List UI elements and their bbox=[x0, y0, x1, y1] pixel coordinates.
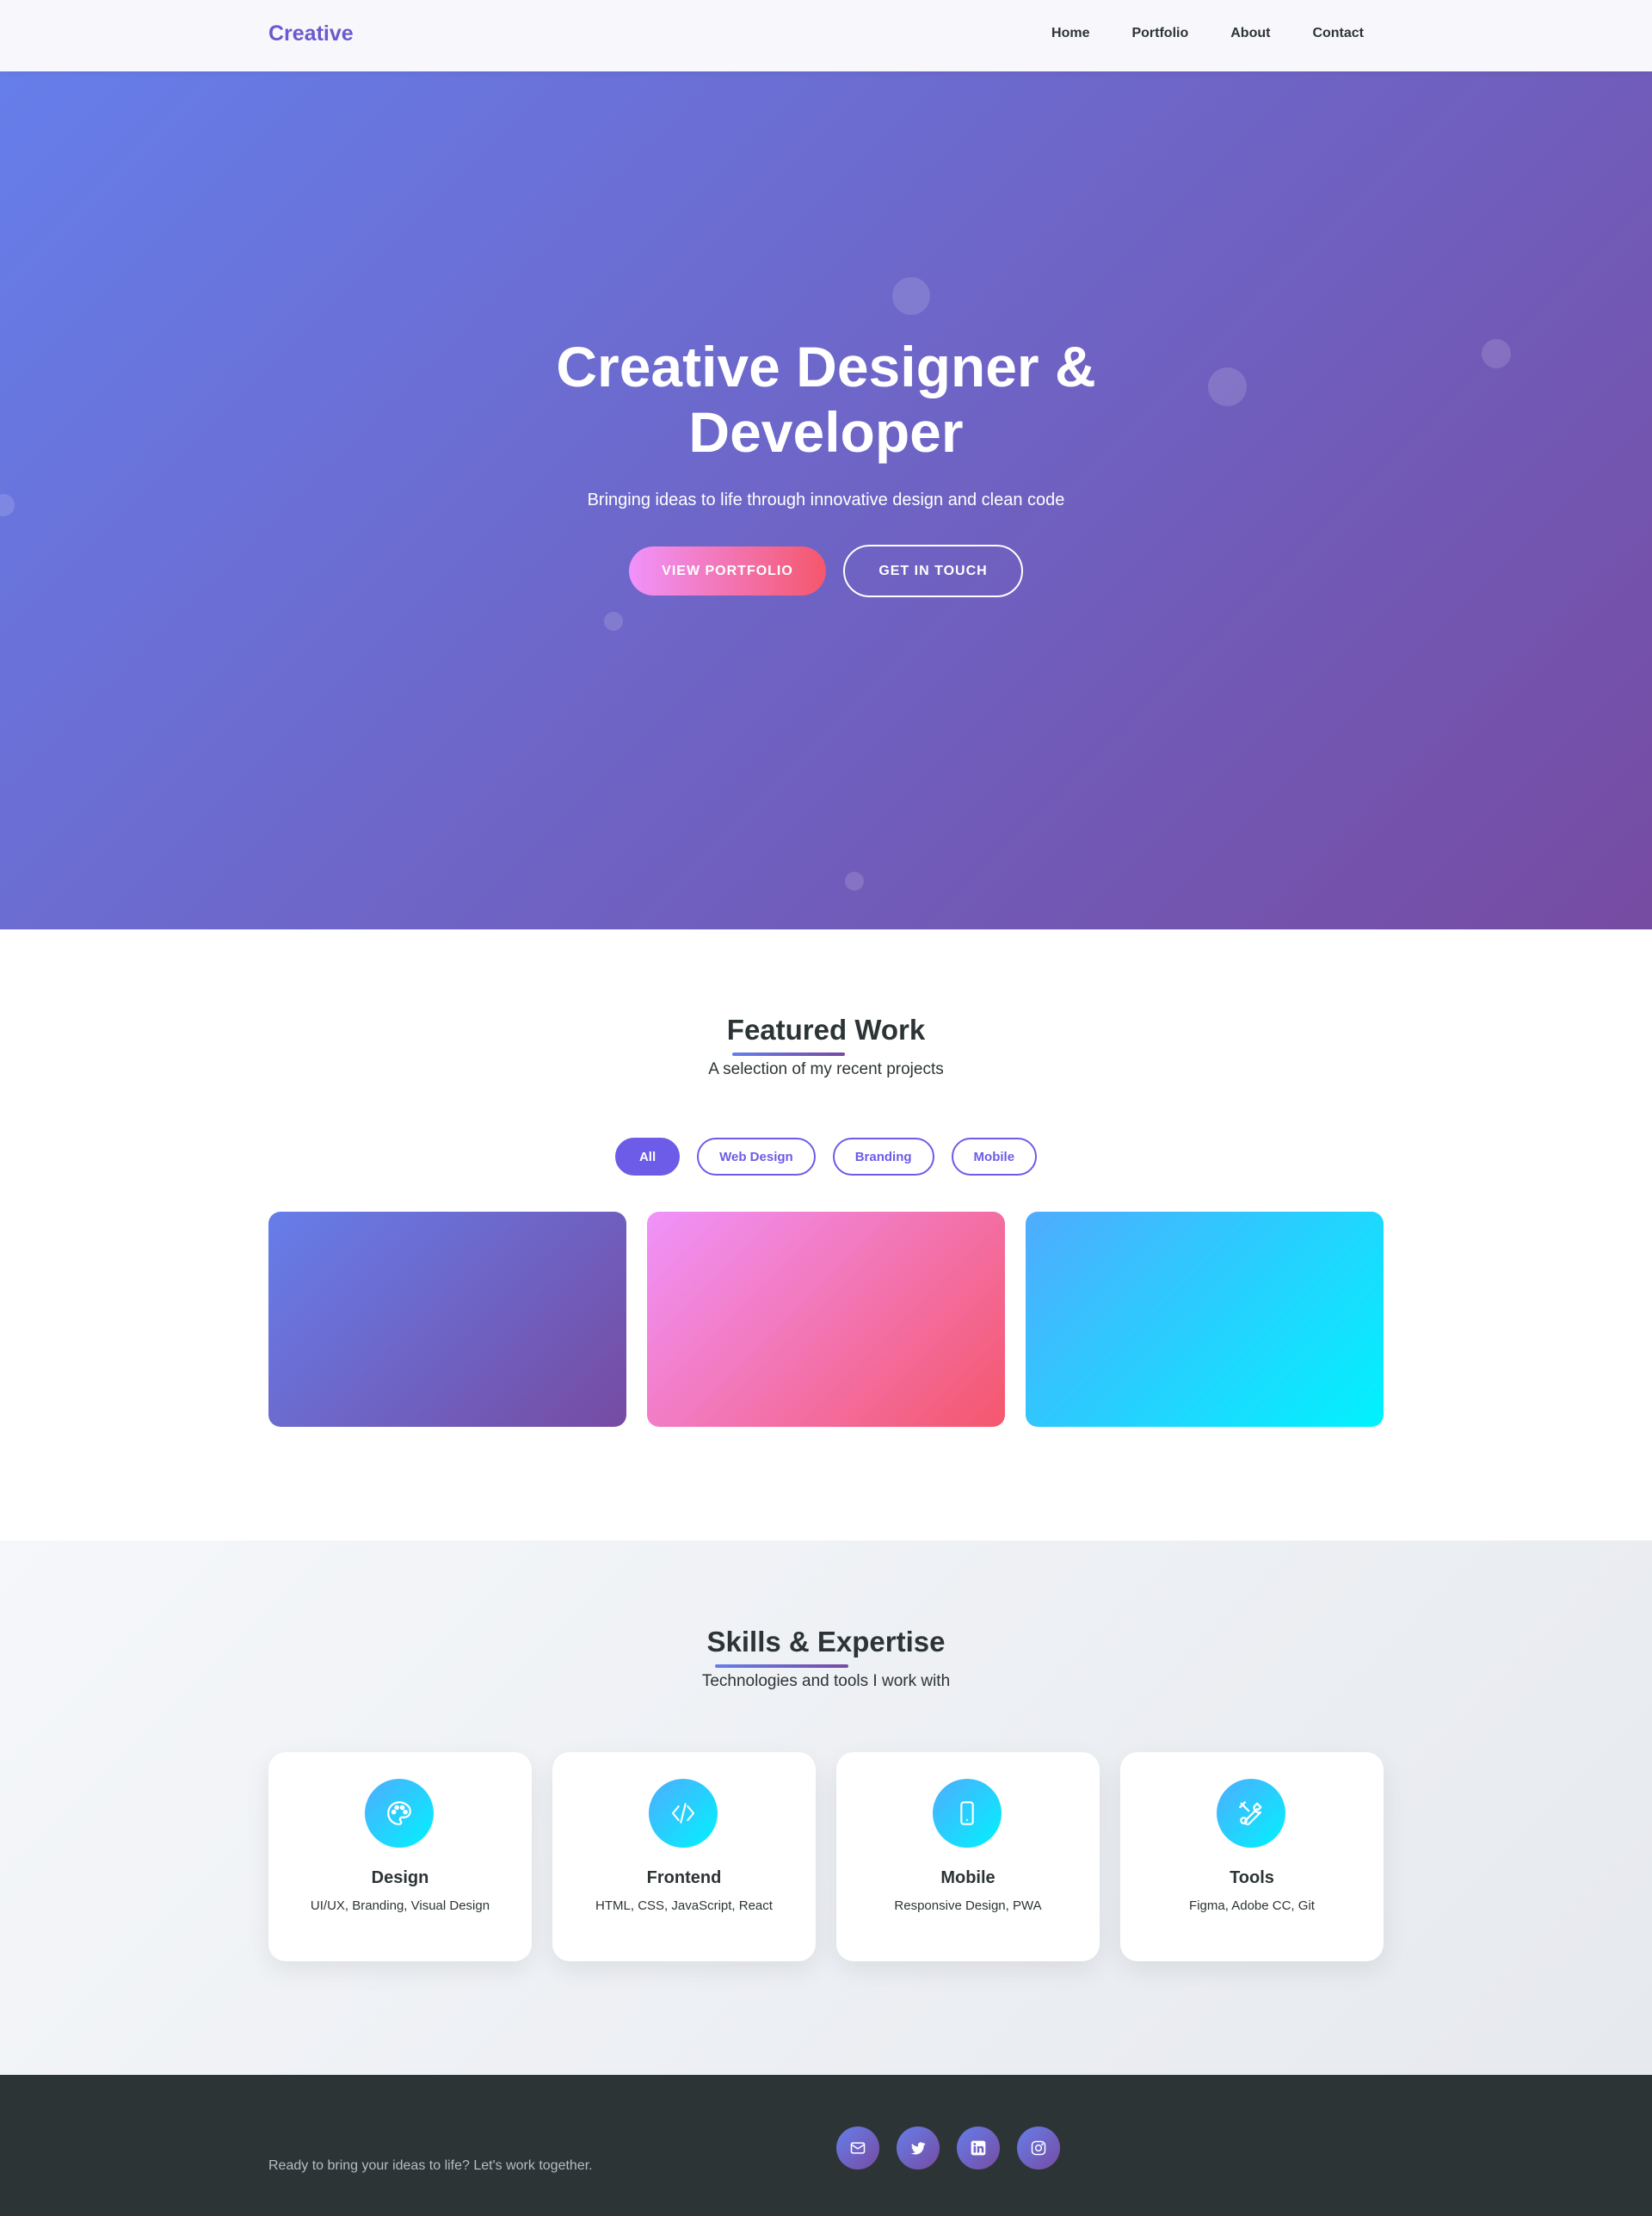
portfolio-filters: All Web Design Branding Mobile bbox=[0, 1138, 1652, 1176]
hero-title-line2: Developer bbox=[688, 400, 964, 464]
hero-title: Creative Designer & Developer bbox=[0, 334, 1652, 465]
nav-link-portfolio[interactable]: Portfolio bbox=[1131, 26, 1188, 41]
skills-title: Skills & Expertise bbox=[706, 1626, 946, 1657]
skill-card-mobile: Mobile Responsive Design, PWA bbox=[836, 1752, 1100, 1961]
portfolio-grid bbox=[268, 1212, 1384, 1427]
hero-title-line1: Creative Designer & bbox=[556, 335, 1096, 398]
nav-link-contact[interactable]: Contact bbox=[1312, 26, 1364, 41]
nav-links: Home Portfolio About Contact bbox=[1009, 26, 1364, 41]
twitter-icon[interactable] bbox=[897, 2126, 940, 2170]
filter-all[interactable]: All bbox=[614, 1138, 681, 1176]
footer: Ready to bring your ideas to life? Let's… bbox=[0, 2075, 1652, 2216]
tools-icon bbox=[1217, 1779, 1285, 1848]
skill-card-frontend: Frontend HTML, CSS, JavaScript, React bbox=[552, 1752, 816, 1961]
footer-tagline: Ready to bring your ideas to life? Let's… bbox=[268, 2158, 593, 2173]
hero-subtitle: Bringing ideas to life through innovativ… bbox=[587, 491, 1065, 509]
social-links bbox=[836, 2126, 1060, 2170]
portfolio-card[interactable] bbox=[647, 1212, 1005, 1427]
get-in-touch-button[interactable]: GET IN TOUCH bbox=[843, 545, 1023, 597]
palette-icon bbox=[365, 1779, 434, 1848]
decorative-bubble bbox=[845, 872, 864, 891]
portfolio-card[interactable] bbox=[268, 1212, 626, 1427]
portfolio-card[interactable] bbox=[1026, 1212, 1384, 1427]
skill-name: Design bbox=[371, 1868, 429, 1887]
code-icon bbox=[649, 1779, 718, 1848]
skill-description: UI/UX, Branding, Visual Design bbox=[310, 1898, 490, 1913]
skill-description: Figma, Adobe CC, Git bbox=[1189, 1898, 1315, 1913]
nav-link-home[interactable]: Home bbox=[1051, 26, 1089, 41]
skill-description: Responsive Design, PWA bbox=[894, 1898, 1042, 1913]
filter-branding[interactable]: Branding bbox=[832, 1138, 934, 1176]
hero-section: Creative Designer & Developer Bringing i… bbox=[0, 71, 1652, 929]
title-underline bbox=[732, 1052, 845, 1056]
hero-buttons: VIEW PORTFOLIO GET IN TOUCH bbox=[0, 545, 1652, 597]
skill-name: Frontend bbox=[646, 1868, 722, 1887]
brand-logo[interactable]: Creative bbox=[268, 22, 354, 46]
featured-work-subtitle: A selection of my recent projects bbox=[708, 1060, 944, 1078]
decorative-bubble bbox=[892, 277, 930, 315]
featured-work-title: Featured Work bbox=[726, 1014, 926, 1046]
skills-subtitle: Technologies and tools I work with bbox=[701, 1672, 951, 1690]
filter-web-design[interactable]: Web Design bbox=[697, 1138, 816, 1176]
instagram-icon[interactable] bbox=[1017, 2126, 1060, 2170]
view-portfolio-button[interactable]: VIEW PORTFOLIO bbox=[629, 546, 826, 596]
skill-name: Mobile bbox=[940, 1868, 996, 1887]
linkedin-icon[interactable] bbox=[957, 2126, 1000, 2170]
skills-grid: Design UI/UX, Branding, Visual Design Fr… bbox=[268, 1752, 1384, 1961]
skill-name: Tools bbox=[1230, 1868, 1274, 1887]
filter-mobile[interactable]: Mobile bbox=[951, 1138, 1038, 1176]
skill-description: HTML, CSS, JavaScript, React bbox=[595, 1898, 773, 1913]
top-navbar: Creative Home Portfolio About Contact bbox=[0, 0, 1652, 71]
title-underline bbox=[715, 1664, 848, 1668]
email-icon[interactable] bbox=[836, 2126, 879, 2170]
skill-card-tools: Tools Figma, Adobe CC, Git bbox=[1120, 1752, 1384, 1961]
decorative-bubble bbox=[604, 612, 623, 631]
mobile-icon bbox=[933, 1779, 1002, 1848]
skill-card-design: Design UI/UX, Branding, Visual Design bbox=[268, 1752, 532, 1961]
nav-link-about[interactable]: About bbox=[1230, 26, 1270, 41]
